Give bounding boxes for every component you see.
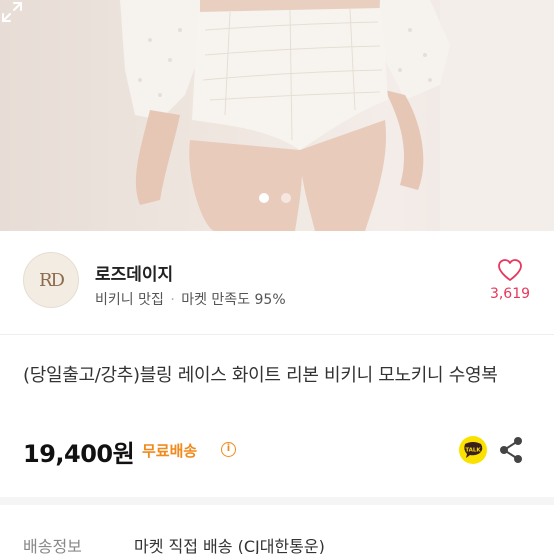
like-count: 3,619 [489,286,531,302]
separator: · [170,292,175,308]
shop-logo-text: RD [39,269,65,291]
kakao-talk-icon[interactable]: TALK [458,435,488,465]
share-icon[interactable] [498,436,524,464]
free-shipping-badge: 무료배송 [142,442,198,460]
product-image[interactable] [0,0,554,231]
page-dot[interactable] [281,193,291,203]
section-divider [0,497,554,505]
talk-label: TALK [465,448,481,454]
shop-info-section[interactable] [0,231,554,335]
info-icon[interactable]: i [221,442,236,457]
image-page-indicator[interactable] [259,193,291,203]
like-button[interactable]: 3,619 [485,258,535,302]
shop-name[interactable]: 로즈데이지 [95,260,173,285]
page-dot-active[interactable] [259,193,269,203]
expand-icon[interactable] [0,0,24,24]
shop-satisfaction: 마켓 만족도 95% [181,292,286,308]
shop-subtitle: 비키니 맛집 · 마켓 만족도 95% [95,289,286,309]
product-title: (당일출고/강추)블링 레이스 화이트 리본 비키니 모노키니 수영복 [23,365,498,386]
heart-outline-icon [498,259,522,281]
product-price: 19,400원 [23,440,135,468]
delivery-value: 마켓 직접 배송 (CJ대한통운) [134,537,325,554]
shop-logo[interactable]: RD [23,252,79,308]
shop-tag: 비키니 맛집 [95,292,164,308]
delivery-label: 배송정보 [23,537,82,554]
